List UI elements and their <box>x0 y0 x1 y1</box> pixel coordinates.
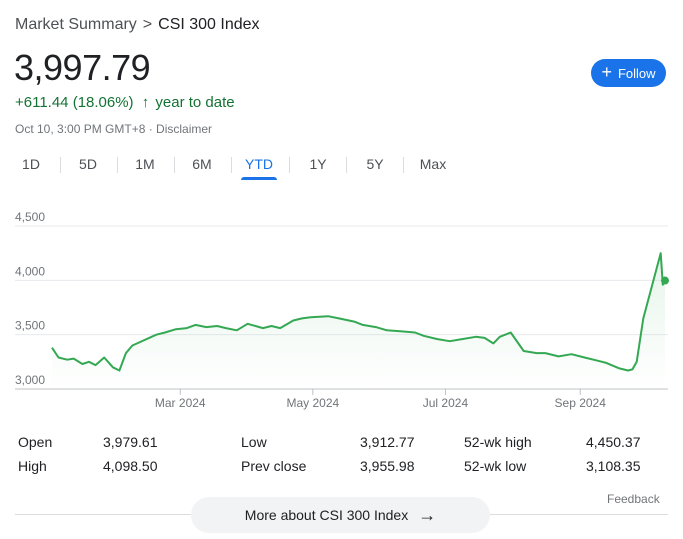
stat-label-open: Open <box>18 434 53 450</box>
tab-divider <box>60 157 61 173</box>
x-tick-label: Sep 2024 <box>555 396 607 410</box>
breadcrumb-separator: > <box>142 16 153 33</box>
x-tick-label: May 2024 <box>286 396 339 410</box>
tab-1m[interactable]: 1M <box>128 148 162 180</box>
plus-icon: + <box>601 62 612 82</box>
breadcrumb-current: CSI 300 Index <box>158 16 260 33</box>
tab-1d[interactable]: 1D <box>14 148 48 180</box>
follow-button[interactable]: + Follow <box>591 59 666 87</box>
y-tick-label: 3,500 <box>15 319 45 333</box>
x-tick-label: Mar 2024 <box>155 396 206 410</box>
tab-divider <box>231 157 232 173</box>
y-tick-label: 4,500 <box>15 210 45 224</box>
tab-divider <box>403 157 404 173</box>
feedback-link[interactable]: Feedback <box>607 492 660 506</box>
y-tick-label: 3,000 <box>15 373 45 387</box>
tab-divider <box>289 157 290 173</box>
breadcrumb-root-link[interactable]: Market Summary <box>15 16 137 33</box>
tab-divider <box>117 157 118 173</box>
tab-5d[interactable]: 5D <box>71 148 105 180</box>
stat-label-prev-close: Prev close <box>241 458 307 474</box>
change-value: +611.44 (18.06%) <box>15 94 134 111</box>
chart-last-point <box>661 276 669 285</box>
more-about-button[interactable]: More about CSI 300 Index → <box>191 497 490 533</box>
tab-ytd[interactable]: YTD <box>241 148 277 180</box>
tab-6m[interactable]: 6M <box>185 148 219 180</box>
stat-label-52wk-high: 52-wk high <box>464 434 532 450</box>
price-chart[interactable]: 4,500 4,000 3,500 3,000 Mar 2024 May 2024 Jul… <box>0 210 683 415</box>
more-about-label: More about CSI 300 Index <box>244 507 409 523</box>
timestamp-disclaimer[interactable]: Oct 10, 3:00 PM GMT+8 · Disclaimer <box>15 122 212 136</box>
arrow-up-icon: ↑ <box>141 94 150 111</box>
stat-label-high: High <box>18 458 47 474</box>
stat-value-52wk-high: 4,450.37 <box>586 434 641 450</box>
tab-1y[interactable]: 1Y <box>301 148 335 180</box>
breadcrumb: Market Summary > CSI 300 Index <box>15 16 260 34</box>
chart-x-axis: Mar 2024 May 2024 Jul 2024 Sep 2024 <box>155 389 606 410</box>
x-tick-label: Jul 2024 <box>423 396 469 410</box>
tab-divider <box>174 157 175 173</box>
chart-y-axis: 4,500 4,000 3,500 3,000 <box>15 210 45 387</box>
stat-value-high: 4,098.50 <box>103 458 158 474</box>
price-change: +611.44 (18.06%) ↑ year to date <box>15 94 235 111</box>
arrow-right-icon: → <box>418 504 437 525</box>
tab-divider <box>346 157 347 173</box>
stat-label-52wk-low: 52-wk low <box>464 458 527 474</box>
stat-value-low: 3,912.77 <box>360 434 415 450</box>
tab-5y[interactable]: 5Y <box>358 148 392 180</box>
time-range-tabs: 1D 5D 1M 6M YTD 1Y 5Y Max <box>0 148 683 182</box>
stat-value-open: 3,979.61 <box>103 434 158 450</box>
stat-value-prev-close: 3,955.98 <box>360 458 415 474</box>
y-tick-label: 4,000 <box>15 264 45 278</box>
current-price: 3,997.79 <box>14 47 151 88</box>
tab-max[interactable]: Max <box>415 148 451 180</box>
change-period: year to date <box>155 94 235 111</box>
stat-value-52wk-low: 3,108.35 <box>586 458 641 474</box>
stat-label-low: Low <box>241 434 267 450</box>
follow-label: Follow <box>617 65 656 81</box>
chart-area-fill <box>52 253 665 389</box>
